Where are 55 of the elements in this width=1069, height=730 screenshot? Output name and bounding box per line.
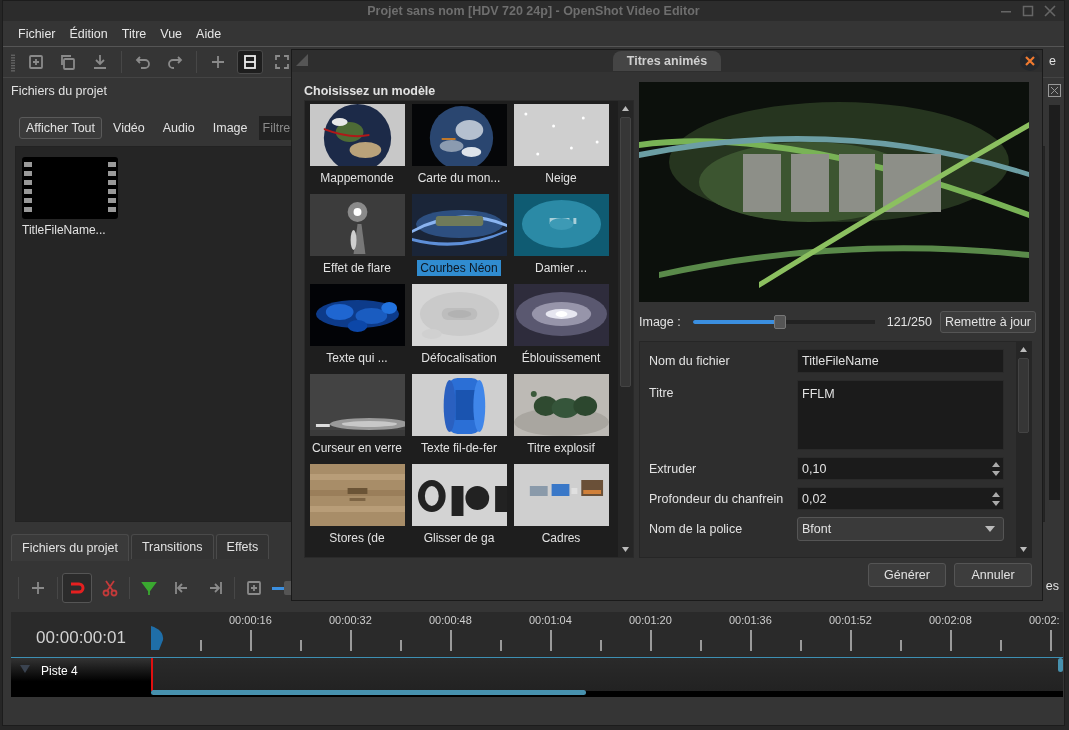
dropdown-value: Bfont xyxy=(802,522,832,536)
timeline-label: es xyxy=(1045,579,1059,593)
panel-tab[interactable]: Fichiers du projet xyxy=(11,534,129,561)
current-time: 00:00:00:01 xyxy=(11,612,151,657)
frame-counter: 121/250 xyxy=(886,315,932,329)
template-item[interactable]: Effet de flare xyxy=(320,260,394,276)
dialog-button[interactable]: Annuler xyxy=(954,563,1032,587)
filter-button[interactable]: Vidéo xyxy=(106,117,152,139)
filter-button[interactable]: Audio xyxy=(155,117,202,139)
panel-title: Fichiers du projet xyxy=(10,83,107,100)
template-item[interactable]: Damier ... xyxy=(532,260,590,276)
template-item[interactable]: Cadres xyxy=(538,530,584,546)
property-label: Extruder xyxy=(649,461,698,476)
toolbar-label: e xyxy=(1049,54,1056,68)
section-heading: Choisissez un modèle xyxy=(304,83,437,98)
frame-label: Image : xyxy=(639,315,681,329)
track-name: Piste 4 xyxy=(41,664,78,678)
template-item[interactable]: Mappemonde xyxy=(317,170,397,186)
menu-item[interactable]: Aide xyxy=(196,26,222,41)
spin-value: 0,02 xyxy=(802,491,827,506)
template-item[interactable]: Stores (de xyxy=(326,530,388,546)
filter-button[interactable]: Afficher Tout xyxy=(19,117,103,139)
property-label: Nom du fichier xyxy=(649,354,731,368)
menu-item[interactable]: Édition xyxy=(69,26,108,41)
template-item[interactable]: Courbes Néon xyxy=(417,260,501,276)
template-item[interactable]: Curseur en verre xyxy=(309,440,406,456)
template-item[interactable]: Carte du mon... xyxy=(414,170,504,186)
window-title: Projet sans nom [HDV 720 24p] - OpenShot Video Editor xyxy=(367,4,700,18)
filter-button[interactable]: Image xyxy=(205,117,255,139)
spin-box[interactable]: 0,02 xyxy=(797,487,1004,510)
text-area[interactable]: FFLM xyxy=(797,380,1004,450)
menu-item[interactable]: Vue xyxy=(160,26,183,41)
spin-value: 0,10 xyxy=(802,461,827,476)
menu-item[interactable]: Fichier xyxy=(18,26,56,41)
refresh-button[interactable]: Remettre à jour xyxy=(939,311,1037,333)
template-item[interactable]: Glisser de ga xyxy=(420,530,498,546)
time-ruler[interactable]: 00:00:16 00:00:32 00:00:48 00:01:04 00:01:20 00:01:36 00:01:52 00:02:08 00:02: xyxy=(151,612,1063,657)
template-item[interactable]: Texte qui ... xyxy=(323,350,391,366)
spin-box[interactable]: 0,10 xyxy=(797,457,1004,480)
text-field[interactable]: TitleFileName xyxy=(797,349,1004,373)
file-name: TitleFileName... xyxy=(22,223,106,237)
property-label: Profondeur du chanfrein xyxy=(649,491,785,506)
dialog-button[interactable]: Générer xyxy=(868,563,946,587)
dropdown[interactable]: Bfont xyxy=(797,517,1004,541)
panel-tab[interactable]: Effets xyxy=(215,534,270,559)
property-label: Titre xyxy=(649,385,675,400)
template-item[interactable]: Neige xyxy=(542,170,580,186)
property-label: Nom de la police xyxy=(649,522,744,536)
menu-item[interactable]: Titre xyxy=(121,26,147,41)
template-item[interactable]: Titre explosif xyxy=(524,440,598,456)
template-item[interactable]: Défocalisation xyxy=(418,350,500,366)
template-item[interactable]: Éblouissement xyxy=(518,350,604,366)
dialog-title: Titres animés xyxy=(612,51,722,71)
template-item[interactable]: Texte fil-de-fer xyxy=(418,440,500,456)
panel-tab[interactable]: Transitions xyxy=(130,534,214,559)
